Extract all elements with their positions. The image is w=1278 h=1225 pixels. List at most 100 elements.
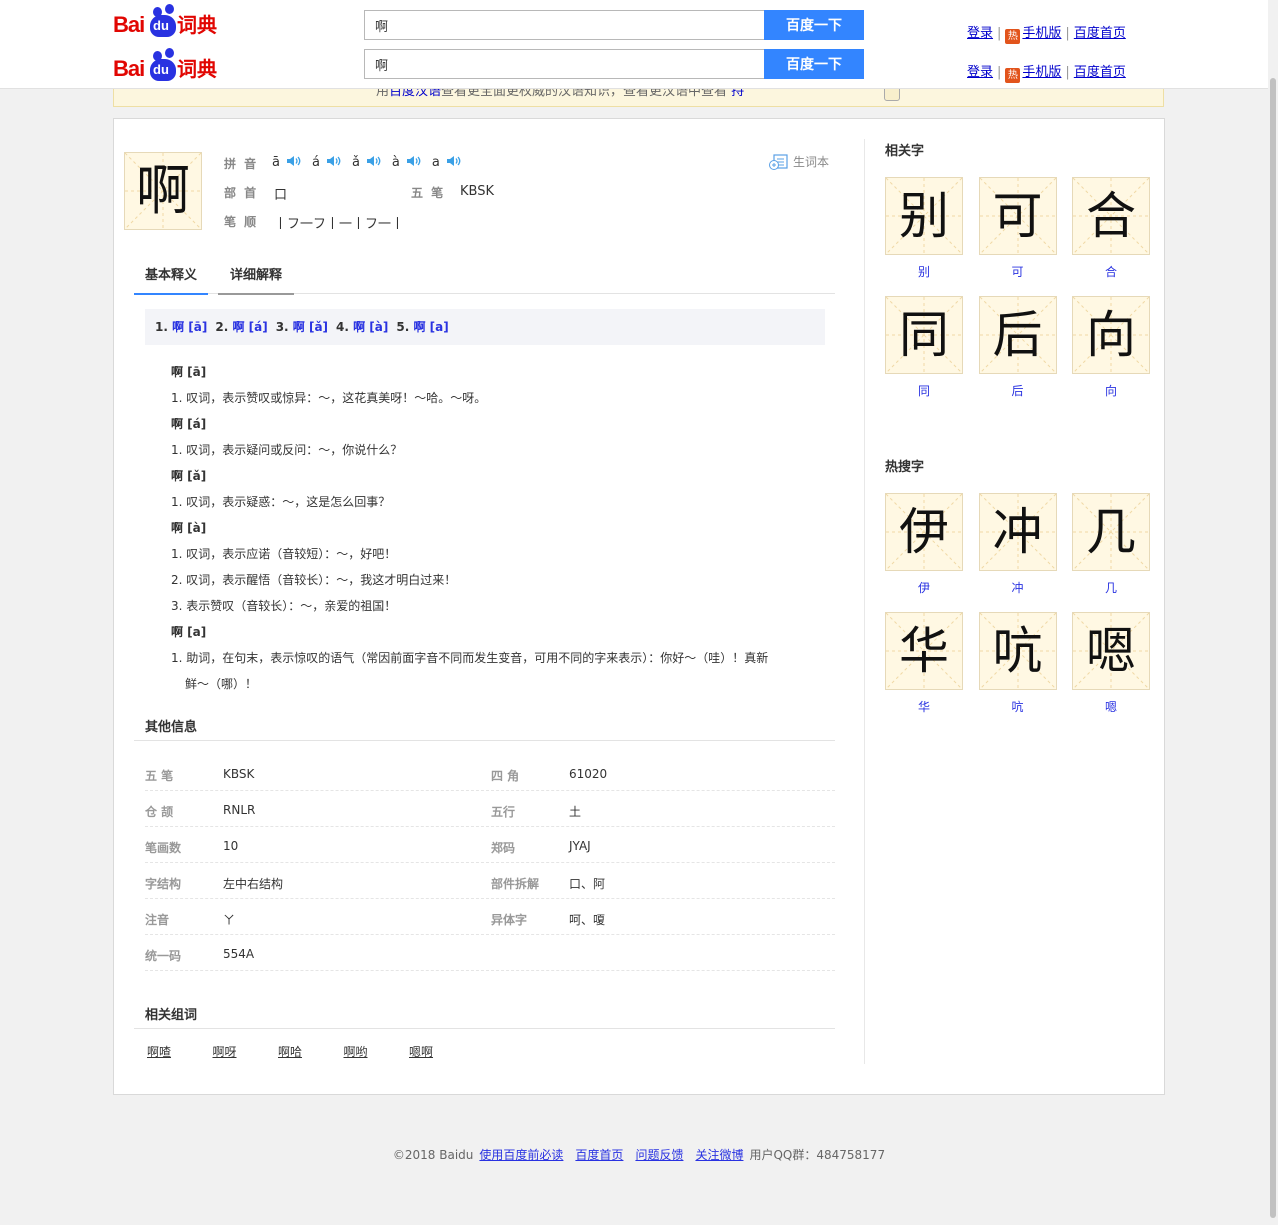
footer-link[interactable]: 百度首页 <box>575 1148 623 1162</box>
related-char-link[interactable]: 后 <box>979 382 1057 399</box>
tab-basic[interactable]: 基本释义 <box>134 266 208 295</box>
pinyin-item: a <box>432 155 462 170</box>
related-char-tile[interactable]: 后 <box>978 296 1057 374</box>
pinyin-nav-num: 2. <box>215 320 233 334</box>
pinyin-label: 拼 音 <box>224 157 259 171</box>
hot-char-glyph: 吭 <box>992 622 1043 680</box>
info-key: 字结构 <box>145 877 182 891</box>
hot-char-tile[interactable]: 华 <box>885 612 963 690</box>
char-tile: 啊 <box>124 152 202 230</box>
related-char-link[interactable]: 向 <box>1072 382 1150 399</box>
mobile-link[interactable]: 手机版 <box>1022 26 1061 41</box>
pinyin-nav-link[interactable]: 啊 [á] <box>232 320 267 334</box>
related-char-link[interactable]: 可 <box>979 263 1057 280</box>
search-button[interactable]: 百度一下 <box>764 10 864 40</box>
login-link[interactable]: 登录 <box>967 65 993 80</box>
related-char-tile[interactable]: 别 <box>885 177 963 255</box>
def-heading: 啊 [á] <box>171 417 207 431</box>
scrollbar-thumb[interactable] <box>1270 78 1276 1218</box>
hot-icon: 热 <box>1005 68 1021 83</box>
speaker-icon[interactable] <box>320 155 342 170</box>
pinyin-nav-link[interactable]: 啊 [ā] <box>172 320 207 334</box>
divider <box>134 1028 835 1029</box>
hot-chars-title: 热搜字 <box>885 460 925 475</box>
vocab-button[interactable]: 生词本 <box>769 153 829 170</box>
tab-detailed[interactable]: 详细解释 <box>218 266 294 295</box>
related-word-link[interactable]: 啊哈 <box>278 1043 302 1060</box>
hot-char-link[interactable]: 华 <box>885 698 963 715</box>
hot-char-tile[interactable]: 吭 <box>978 612 1057 690</box>
footer-link[interactable]: 关注微博 <box>695 1148 743 1162</box>
related-word-link[interactable]: 啊喳 <box>147 1043 171 1060</box>
hot-char-link[interactable]: 几 <box>1072 579 1150 596</box>
hot-char-tile[interactable]: 伊 <box>885 493 963 571</box>
baidu-dict-logo[interactable]: Bai du 词典 <box>113 48 233 84</box>
related-char-tile[interactable]: 可 <box>978 177 1057 255</box>
info-key: 笔画数 <box>145 841 182 855</box>
scrollbar[interactable] <box>1268 78 1278 1225</box>
hot-char-link[interactable]: 嗯 <box>1072 698 1150 715</box>
related-word-link[interactable]: 啊呀 <box>213 1043 237 1060</box>
info-value: 左中右结构 <box>223 877 284 891</box>
info-row: 字结构 左中右结构 部件拆解 口、阿 <box>145 863 835 899</box>
logo-text: Bai <box>113 56 145 81</box>
pinyin-text: á <box>311 155 320 170</box>
pinyin-nav: 1. 啊 [ā] 2. 啊 [á] 3. 啊 [ǎ] 4. 啊 [à] 5. 啊 [a] <box>145 309 825 345</box>
hot-char-tile[interactable]: 嗯 <box>1072 612 1150 690</box>
hot-char-link[interactable]: 伊 <box>885 579 963 596</box>
notice-link-2[interactable]: 持 <box>731 89 744 99</box>
related-char-glyph: 合 <box>1086 187 1136 245</box>
search-box: 百度一下 <box>364 10 864 40</box>
related-word-link[interactable]: 嗯啊 <box>409 1043 433 1060</box>
info-row: 五 笔 KBSK 四 角 61020 <box>145 755 835 791</box>
info-key: 五 笔 <box>145 769 174 783</box>
search-input[interactable] <box>364 10 765 40</box>
related-chars-title: 相关字 <box>885 144 925 159</box>
pinyin-nav-num: 1. <box>155 320 173 334</box>
hot-char-glyph: 华 <box>899 622 949 680</box>
hot-char-link[interactable]: 吭 <box>979 698 1057 715</box>
speaker-icon[interactable] <box>440 155 462 170</box>
login-link[interactable]: 登录 <box>967 26 993 41</box>
related-char-link[interactable]: 合 <box>1072 263 1150 280</box>
search-button[interactable]: 百度一下 <box>764 49 864 79</box>
info-row: 笔画数 10 郑码 JYAJ <box>145 827 835 863</box>
info-key: 四 角 <box>491 769 520 783</box>
info-value: KBSK <box>223 767 255 781</box>
notice-link[interactable]: 百度汉语 <box>389 89 441 99</box>
baidu-home-link[interactable]: 百度首页 <box>1074 26 1126 41</box>
pinyin-nav-num: 4. <box>336 320 354 334</box>
def-heading: 啊 [à] <box>171 521 207 535</box>
info-key: 五行 <box>491 805 516 819</box>
sticky-header-bar: Bai du 词典 百度一下 登录|热手机版|百度首页 <box>0 48 1268 89</box>
mobile-link[interactable]: 手机版 <box>1022 65 1061 80</box>
baidu-home-link[interactable]: 百度首页 <box>1074 65 1126 80</box>
pinyin-text: à <box>391 155 400 170</box>
add-vocab-icon <box>769 154 788 170</box>
pinyin-nav-link[interactable]: 啊 [a] <box>413 320 448 334</box>
baidu-dict-logo[interactable]: Bai du 词典 <box>113 4 233 40</box>
pinyin-item: ǎ <box>352 155 382 170</box>
search-input[interactable] <box>364 49 765 79</box>
pinyin-nav-link[interactable]: 啊 [à] <box>353 320 388 334</box>
speaker-icon[interactable] <box>400 155 422 170</box>
hot-char-tile[interactable]: 几 <box>1072 493 1150 571</box>
pinyin-nav-link[interactable]: 啊 [ǎ] <box>293 320 328 334</box>
related-char-glyph: 后 <box>992 306 1043 364</box>
speaker-icon[interactable] <box>280 155 302 170</box>
footer-link[interactable]: 使用百度前必读 <box>479 1148 563 1162</box>
hot-char-glyph: 几 <box>1086 503 1136 561</box>
pinyin-text: ā <box>272 155 280 170</box>
entry-character: 啊 <box>136 159 190 222</box>
hot-char-tile[interactable]: 冲 <box>978 493 1057 571</box>
related-char-tile[interactable]: 向 <box>1072 296 1150 374</box>
hot-char-link[interactable]: 冲 <box>979 579 1057 596</box>
related-char-tile[interactable]: 同 <box>885 296 963 374</box>
related-char-link[interactable]: 同 <box>885 382 963 399</box>
radical-value: 口 <box>274 188 288 203</box>
related-char-link[interactable]: 别 <box>885 263 963 280</box>
related-char-tile[interactable]: 合 <box>1072 177 1150 255</box>
speaker-icon[interactable] <box>360 155 382 170</box>
related-word-link[interactable]: 啊哟 <box>344 1043 368 1060</box>
footer-link[interactable]: 问题反馈 <box>635 1148 683 1162</box>
